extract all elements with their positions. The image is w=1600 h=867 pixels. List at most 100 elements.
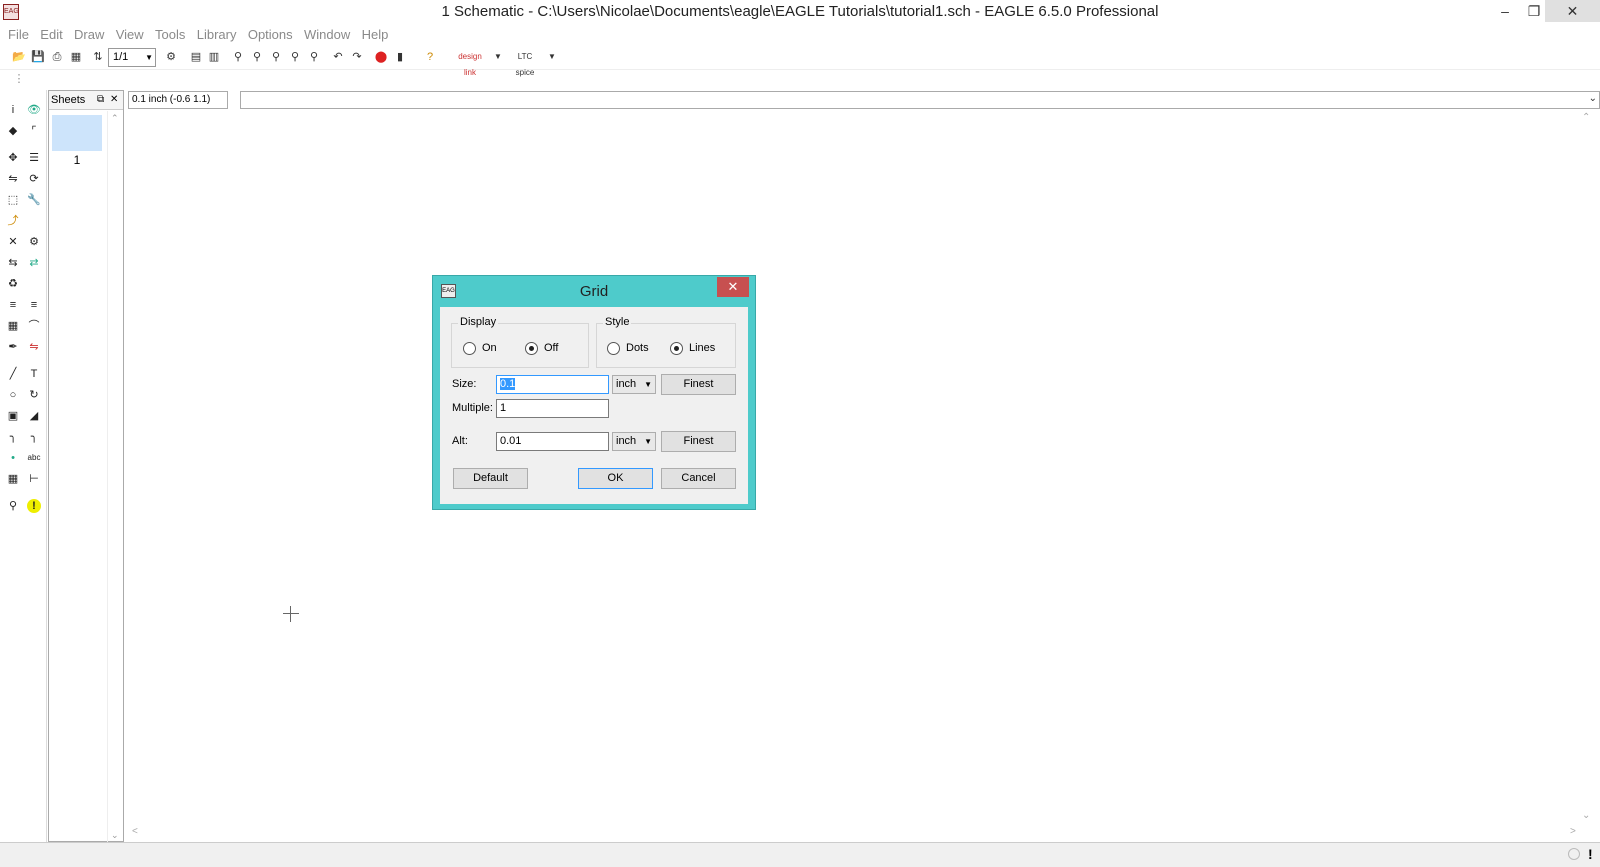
cam-processor-icon[interactable]: ▦ <box>68 49 84 65</box>
name-icon[interactable]: ≡ <box>6 298 20 312</box>
show-icon[interactable]: 👁 <box>27 103 41 117</box>
run-ulp-icon[interactable]: ⚙ <box>163 49 179 65</box>
switch-board-icon[interactable]: ⇅ <box>90 49 106 65</box>
group-icon[interactable]: ⬚ <box>6 193 20 207</box>
chevron-down-icon[interactable]: ▼ <box>490 49 506 65</box>
arc-icon[interactable]: ↻ <box>27 388 41 402</box>
warning-icon[interactable]: ! <box>1588 846 1593 862</box>
chevron-down-icon[interactable]: ⌄ <box>1582 810 1590 821</box>
designlink-icon[interactable]: design link <box>452 49 488 77</box>
sheets-scrollbar[interactable]: ⌃ ⌄ <box>107 111 123 843</box>
grip-icon[interactable]: ⋮ <box>11 71 27 87</box>
attribute-icon[interactable]: ▦ <box>6 472 20 486</box>
redo-icon[interactable]: ↷ <box>349 49 365 65</box>
split-icon[interactable]: ✒ <box>6 340 20 354</box>
menu-draw[interactable]: Draw <box>74 24 104 42</box>
circle-icon[interactable]: ○ <box>6 388 20 402</box>
smash-icon[interactable]: ▦ <box>6 319 20 333</box>
ok-button[interactable]: OK <box>578 468 653 489</box>
rect-icon[interactable]: ▣ <box>6 409 20 423</box>
miter-icon[interactable]: ⌒ <box>27 319 41 333</box>
erc-icon[interactable]: ⚲ <box>6 499 20 513</box>
paste-icon[interactable]: ⤴ <box>6 214 20 228</box>
invoke-icon[interactable]: ⇋ <box>27 340 41 354</box>
gateswap-icon[interactable]: ♻ <box>6 277 20 291</box>
stop-icon[interactable]: ⬤ <box>373 49 389 65</box>
zoom-redraw-icon[interactable]: ⚲ <box>306 49 322 65</box>
menu-view[interactable]: View <box>116 24 144 42</box>
style-dots-radio[interactable] <box>607 342 620 355</box>
schematic-canvas[interactable] <box>126 110 1600 832</box>
multiple-input[interactable]: 1 <box>496 399 609 418</box>
polygon-icon[interactable]: ◢ <box>27 409 41 423</box>
size-input[interactable]: 0.1 <box>496 375 609 394</box>
default-button[interactable]: Default <box>453 468 528 489</box>
alt-unit-select[interactable]: inch ▼ <box>612 432 656 451</box>
chevron-up-icon[interactable]: ⌃ <box>111 113 119 124</box>
pinswap-icon[interactable]: ⇆ <box>6 256 20 270</box>
replace-icon[interactable]: ⇄ <box>27 256 41 270</box>
info-icon[interactable]: i <box>6 103 20 117</box>
menu-help[interactable]: Help <box>362 24 389 42</box>
zoom-out-icon[interactable]: ⚲ <box>268 49 284 65</box>
style-lines-radio[interactable] <box>670 342 683 355</box>
size-finest-button[interactable]: Finest <box>661 374 736 395</box>
mark-icon[interactable]: ⌜ <box>27 124 41 138</box>
help-icon[interactable]: ? <box>422 49 438 65</box>
sheet-thumbnail[interactable] <box>52 115 102 151</box>
label-icon[interactable]: abc <box>27 451 41 465</box>
mirror-icon[interactable]: ⇋ <box>6 172 20 186</box>
save-icon[interactable]: 💾 <box>30 49 46 65</box>
command-input[interactable]: ⌄ <box>240 91 1600 109</box>
chevron-down-icon[interactable]: ⌄ <box>1589 93 1597 104</box>
menu-tools[interactable]: Tools <box>155 24 185 42</box>
text-icon[interactable]: T <box>27 367 41 381</box>
chevron-down-icon[interactable]: ▼ <box>544 49 560 65</box>
delete-icon[interactable]: ✕ <box>6 235 20 249</box>
dimension-icon[interactable]: ⊢ <box>27 472 41 486</box>
go-icon[interactable]: ▮ <box>392 49 408 65</box>
undock-icon[interactable]: ⧉ <box>97 91 104 109</box>
undo-icon[interactable]: ↶ <box>330 49 346 65</box>
redraw-icon[interactable]: ▥ <box>206 49 222 65</box>
dialog-close-button[interactable]: ✕ <box>717 277 749 297</box>
close-window-button[interactable]: ✕ <box>1545 0 1600 22</box>
print-icon[interactable]: ⎙ <box>49 49 65 65</box>
alt-finest-button[interactable]: Finest <box>661 431 736 452</box>
display-on-radio[interactable] <box>463 342 476 355</box>
net-icon[interactable]: ╮ <box>27 430 41 444</box>
chevron-left-icon[interactable]: < <box>132 826 138 837</box>
junction-icon[interactable]: • <box>6 451 20 465</box>
menu-options[interactable]: Options <box>248 24 293 42</box>
cancel-button[interactable]: Cancel <box>661 468 736 489</box>
zoom-in-icon[interactable]: ⚲ <box>249 49 265 65</box>
chevron-down-icon[interactable]: ⌄ <box>111 830 119 841</box>
chevron-right-icon[interactable]: > <box>1570 826 1576 837</box>
chevron-down-icon: ▼ <box>145 53 153 62</box>
menu-library[interactable]: Library <box>197 24 237 42</box>
open-icon[interactable]: 📂 <box>11 49 27 65</box>
sheet-select[interactable]: 1/1 ▼ <box>108 48 156 67</box>
menu-edit[interactable]: Edit <box>40 24 62 42</box>
script-icon[interactable]: ▤ <box>188 49 204 65</box>
bus-icon[interactable]: ╮ <box>6 430 20 444</box>
ltspice-icon[interactable]: LTC spice <box>508 49 542 77</box>
errors-icon[interactable]: ! <box>27 499 41 513</box>
size-unit-select[interactable]: inch ▼ <box>612 375 656 394</box>
chevron-up-icon[interactable]: ⌃ <box>1582 112 1590 123</box>
menu-window[interactable]: Window <box>304 24 350 42</box>
copy-icon[interactable]: ☰ <box>27 151 41 165</box>
menu-file[interactable]: File <box>8 24 29 42</box>
move-icon[interactable]: ✥ <box>6 151 20 165</box>
zoom-select-icon[interactable]: ⚲ <box>287 49 303 65</box>
close-icon[interactable]: ✕ <box>110 91 118 109</box>
display-off-radio[interactable] <box>525 342 538 355</box>
add-icon[interactable]: ⚙ <box>27 235 41 249</box>
wire-icon[interactable]: ╱ <box>6 367 20 381</box>
value-icon[interactable]: ≡ <box>27 298 41 312</box>
zoom-fit-icon[interactable]: ⚲ <box>230 49 246 65</box>
change-icon[interactable]: 🔧 <box>27 193 41 207</box>
rotate-icon[interactable]: ⟳ <box>27 172 41 186</box>
alt-input[interactable]: 0.01 <box>496 432 609 451</box>
display-layers-icon[interactable]: ◆ <box>6 124 20 138</box>
